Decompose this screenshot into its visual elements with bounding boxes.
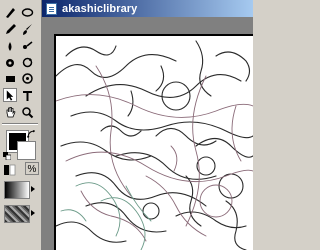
pencil-icon — [5, 23, 16, 34]
color-mode-icon[interactable] — [3, 163, 17, 176]
pen-icon — [5, 7, 15, 18]
pattern-menu-arrow-icon[interactable] — [31, 210, 35, 216]
zoom-tool-button[interactable] — [20, 105, 34, 119]
zoom-icon — [21, 106, 33, 118]
type-icon — [22, 90, 32, 101]
smudge-icon — [5, 58, 14, 67]
eraser-tool-button[interactable] — [3, 71, 17, 85]
gradient-icon — [21, 72, 33, 84]
gradient-tool-button[interactable] — [20, 71, 34, 85]
document-title: akashiclibrary — [62, 2, 138, 15]
pencil-tool-button[interactable] — [3, 22, 17, 36]
blur-icon — [22, 40, 32, 49]
ellipse-icon — [21, 7, 33, 17]
ellipse-tool-button[interactable] — [20, 5, 34, 19]
toolbox-divider — [2, 123, 38, 125]
hand-tool-button[interactable] — [3, 105, 17, 119]
blur-tool-button[interactable] — [20, 39, 34, 53]
brush-icon — [22, 23, 32, 35]
default-colors-icon[interactable] — [3, 152, 11, 160]
rotate-tool-button[interactable] — [20, 55, 34, 69]
document-icon — [46, 2, 57, 15]
pattern-swatch[interactable] — [4, 205, 30, 223]
toolbox-panel: % — [0, 0, 42, 250]
eyedropper-tool-button[interactable] — [3, 39, 17, 53]
document-window: akashiclibrary — [42, 0, 253, 250]
gradient-menu-arrow-icon[interactable] — [31, 186, 35, 192]
gradient-swatch[interactable] — [4, 181, 30, 199]
eyedropper-icon — [8, 41, 11, 51]
drawing-canvas[interactable] — [56, 36, 253, 250]
swap-colors-icon[interactable] — [27, 130, 36, 139]
eraser-icon — [5, 75, 15, 82]
line-art-sketch — [56, 40, 253, 250]
pen-tool-button[interactable] — [3, 5, 17, 19]
hand-icon — [6, 106, 16, 117]
document-titlebar[interactable]: akashiclibrary — [42, 0, 253, 17]
canvas-area[interactable] — [42, 17, 253, 250]
smudge-tool-button[interactable] — [3, 55, 17, 69]
background-color-swatch[interactable] — [17, 141, 36, 160]
percent-button[interactable]: % — [25, 162, 39, 175]
brush-tool-button[interactable] — [20, 22, 34, 36]
direct-selection-arrow-icon — [6, 89, 14, 101]
rotate-icon — [22, 57, 32, 67]
type-tool-button[interactable] — [20, 88, 34, 102]
direct-selection-tool-button[interactable] — [3, 88, 17, 102]
